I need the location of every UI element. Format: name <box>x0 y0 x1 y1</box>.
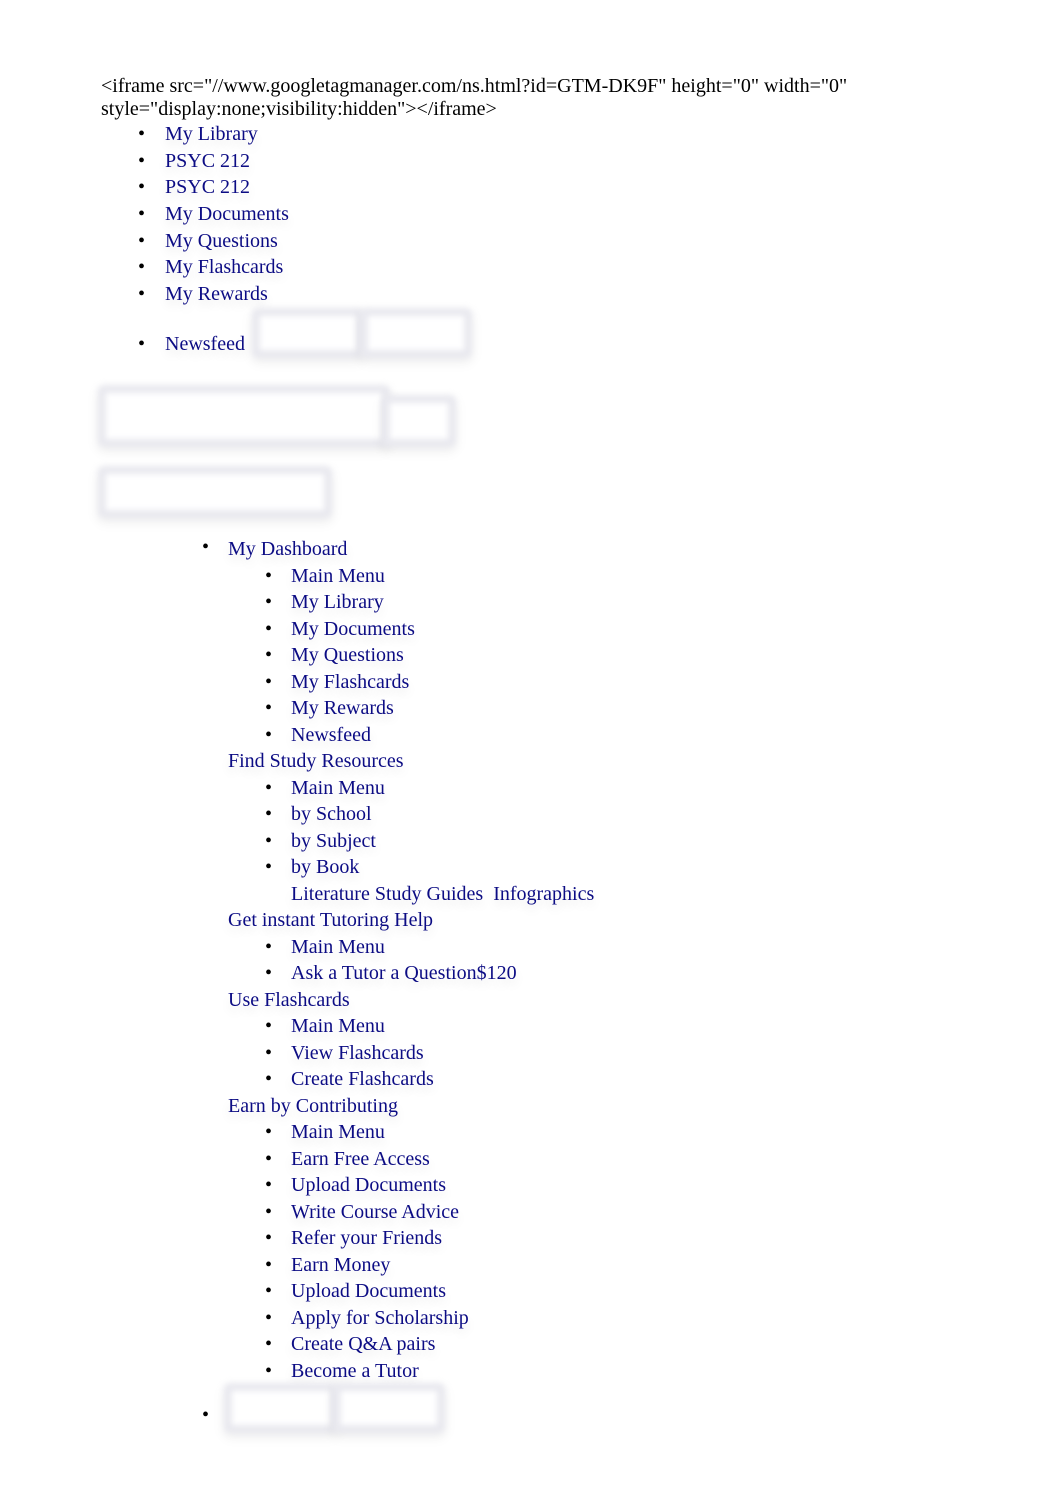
upload-documents-link-2[interactable]: Upload Documents <box>291 1280 446 1302</box>
top-nav-item: My Flashcards <box>138 254 289 281</box>
submenu-item: Ask a Tutor a Question$120 <box>265 960 594 987</box>
study-by-school-link[interactable]: by School <box>291 803 372 825</box>
top-nav-item: PSYC 212 <box>138 148 289 175</box>
submenu-item: My Library <box>265 589 594 616</box>
noscript-iframe-text: <iframe src="//www.googletagmanager.com/… <box>101 75 848 120</box>
submenu-item: Create Flashcards <box>265 1066 594 1093</box>
ask-tutor-link[interactable]: Ask a Tutor a Question$120 <box>291 962 517 984</box>
blurred-login-button[interactable] <box>224 1383 338 1433</box>
top-nav-link-my-flashcards[interactable]: My Flashcards <box>165 256 283 278</box>
top-nav-link-my-questions[interactable]: My Questions <box>165 230 278 252</box>
flashcards-main-menu-link[interactable]: Main Menu <box>291 1015 385 1037</box>
earn-money-link[interactable]: Earn Money <box>291 1254 390 1276</box>
literature-study-guides-link[interactable]: Literature Study Guides <box>291 883 483 905</box>
infographics-link[interactable]: Infographics <box>493 883 594 905</box>
submenu-item: Upload Documents <box>265 1278 594 1305</box>
study-resources-link[interactable]: Find Study Resources <box>228 750 404 772</box>
top-nav-item: My Questions <box>138 228 289 255</box>
create-flashcards-link[interactable]: Create Flashcards <box>291 1068 434 1090</box>
main-nav-item-dashboard: My Dashboard Main Menu My Library My Doc… <box>202 536 594 1385</box>
contributing-main-menu-link[interactable]: Main Menu <box>291 1121 385 1143</box>
dashboard-my-documents-link[interactable]: My Documents <box>291 618 415 640</box>
submenu-item: by School <box>265 801 594 828</box>
create-qa-pairs-link[interactable]: Create Q&A pairs <box>291 1333 435 1355</box>
blurred-button-left[interactable] <box>252 308 364 358</box>
blurred-search-button[interactable] <box>382 395 456 447</box>
submenu-item: Main Menu <box>265 1119 594 1146</box>
flashcards-link[interactable]: Use Flashcards <box>228 989 350 1011</box>
dashboard-my-rewards-link[interactable]: My Rewards <box>291 697 394 719</box>
blurred-search-input[interactable] <box>98 385 390 447</box>
submenu-item: Main Menu <box>265 1013 594 1040</box>
top-nav-link-my-documents[interactable]: My Documents <box>165 203 289 225</box>
tutoring-submenu: Main Menu Ask a Tutor a Question$120 <box>265 934 594 987</box>
submenu-item: Write Course Advice <box>265 1199 594 1226</box>
dashboard-newsfeed-link[interactable]: Newsfeed <box>291 724 371 746</box>
main-nav: My Dashboard Main Menu My Library My Doc… <box>202 536 594 1385</box>
write-course-advice-link[interactable]: Write Course Advice <box>291 1201 459 1223</box>
contributing-submenu: Main Menu Earn Free Access Upload Docume… <box>265 1119 594 1385</box>
submenu-item: Become a Tutor <box>265 1358 594 1385</box>
submenu-item: My Flashcards <box>265 669 594 696</box>
top-nav-link-psyc-212-2[interactable]: PSYC 212 <box>165 176 250 198</box>
submenu-item: Create Q&A pairs <box>265 1331 594 1358</box>
contributing-link[interactable]: Earn by Contributing <box>228 1095 398 1117</box>
submenu-item: My Questions <box>265 642 594 669</box>
top-nav-item: PSYC 212 <box>138 174 289 201</box>
submenu-item: Apply for Scholarship <box>265 1305 594 1332</box>
submenu-item: Refer your Friends <box>265 1225 594 1252</box>
earn-free-access-link[interactable]: Earn Free Access <box>291 1148 430 1170</box>
study-by-book-link[interactable]: by Book <box>291 856 359 878</box>
apply-scholarship-link[interactable]: Apply for Scholarship <box>291 1307 469 1329</box>
flashcards-submenu: Main Menu View Flashcards Create Flashca… <box>265 1013 594 1093</box>
blurred-signup-button[interactable] <box>333 1383 445 1433</box>
dashboard-link[interactable]: My Dashboard <box>228 538 347 560</box>
submenu-item: Earn Free Access <box>265 1146 594 1173</box>
dashboard-main-menu-link[interactable]: Main Menu <box>291 565 385 587</box>
submenu-item: Main Menu <box>265 563 594 590</box>
become-tutor-link[interactable]: Become a Tutor <box>291 1360 419 1382</box>
submenu-item: My Rewards <box>265 695 594 722</box>
view-flashcards-link[interactable]: View Flashcards <box>291 1042 424 1064</box>
upload-documents-link[interactable]: Upload Documents <box>291 1174 446 1196</box>
study-resources-submenu: Main Menu by School by Subject by Book <box>265 775 594 881</box>
dashboard-submenu: Main Menu My Library My Documents My Que… <box>265 563 594 749</box>
top-nav-item: My Library <box>138 121 289 148</box>
dashboard-my-questions-link[interactable]: My Questions <box>291 644 404 666</box>
submenu-item: Earn Money <box>265 1252 594 1279</box>
submenu-item: by Subject <box>265 828 594 855</box>
study-main-menu-link[interactable]: Main Menu <box>291 777 385 799</box>
refer-friends-link[interactable]: Refer your Friends <box>291 1227 442 1249</box>
submenu-item: My Documents <box>265 616 594 643</box>
top-nav-item: My Rewards <box>138 281 289 308</box>
blurred-button-right[interactable] <box>360 308 472 358</box>
submenu-item: Main Menu <box>265 775 594 802</box>
study-by-subject-link[interactable]: by Subject <box>291 830 376 852</box>
submenu-item: View Flashcards <box>265 1040 594 1067</box>
tutoring-link[interactable]: Get instant Tutoring Help <box>228 909 433 931</box>
submenu-item: Newsfeed <box>265 722 594 749</box>
dashboard-my-flashcards-link[interactable]: My Flashcards <box>291 671 409 693</box>
submenu-item: Upload Documents <box>265 1172 594 1199</box>
blurred-secondary-input[interactable] <box>98 466 332 518</box>
top-nav-item: My Documents <box>138 201 289 228</box>
top-nav-link-my-rewards[interactable]: My Rewards <box>165 283 268 305</box>
dashboard-my-library-link[interactable]: My Library <box>291 591 384 613</box>
submenu-item: Main Menu <box>265 934 594 961</box>
study-extra-links: Literature Study Guides Infographics <box>291 881 594 908</box>
submenu-item: by Book <box>265 854 594 881</box>
top-nav-link-psyc-212[interactable]: PSYC 212 <box>165 150 250 172</box>
tutoring-main-menu-link[interactable]: Main Menu <box>291 936 385 958</box>
top-nav-link-newsfeed[interactable]: Newsfeed <box>165 333 245 355</box>
top-nav-link-my-library[interactable]: My Library <box>165 123 258 145</box>
